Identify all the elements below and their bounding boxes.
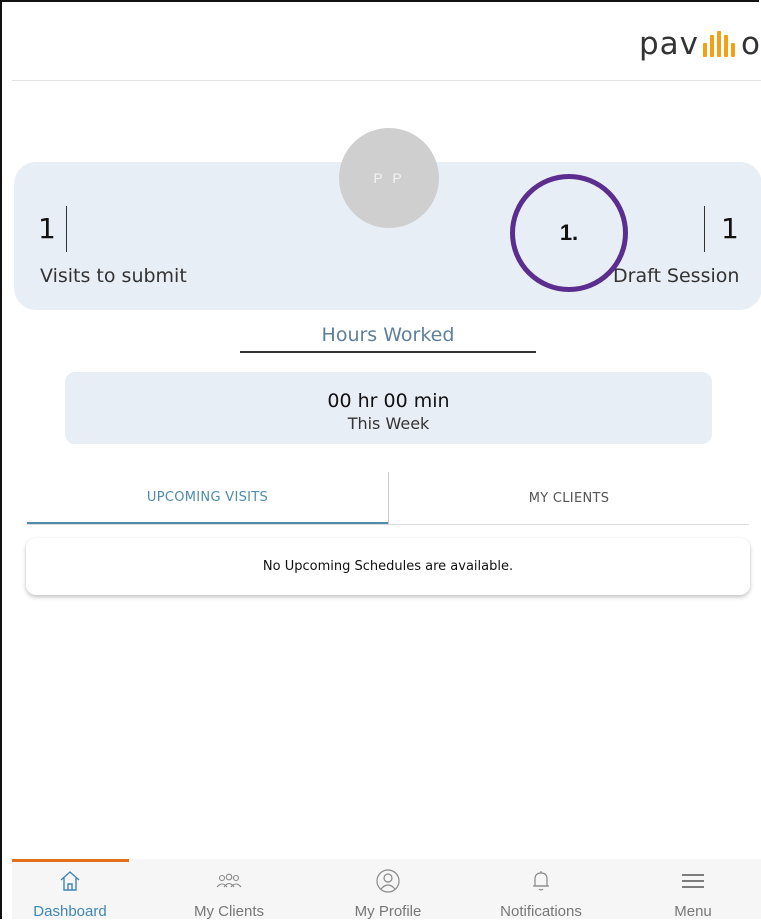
pavillio-logo: pav o bbox=[639, 26, 761, 62]
nav-menu[interactable]: Menu bbox=[618, 859, 761, 920]
nav-my-clients[interactable]: My Clients bbox=[154, 859, 304, 920]
nav-label: My Profile bbox=[354, 903, 422, 920]
nav-my-profile[interactable]: My Profile bbox=[313, 859, 463, 920]
logo-bars-icon bbox=[701, 31, 739, 57]
stat-divider bbox=[704, 206, 705, 252]
bottom-nav: Dashboard My Clients My Profile Notifica… bbox=[12, 859, 761, 920]
tab-my-clients[interactable]: MY CLIENTS bbox=[389, 472, 749, 524]
draft-session-count[interactable]: 1 bbox=[721, 212, 739, 245]
hours-worked-underline bbox=[240, 351, 536, 353]
clients-icon bbox=[154, 869, 304, 893]
nav-label: Menu bbox=[674, 903, 712, 920]
visits-to-submit-count[interactable]: 1 bbox=[38, 212, 56, 245]
visits-to-submit-label[interactable]: Visits to submit bbox=[40, 265, 187, 287]
empty-schedule-message: No Upcoming Schedules are available. bbox=[262, 559, 514, 574]
hamburger-icon bbox=[618, 869, 761, 893]
hours-card: 00 hr 00 min This Week bbox=[65, 372, 712, 444]
annotation-circle: 1. bbox=[510, 174, 628, 292]
nav-notifications[interactable]: Notifications bbox=[466, 859, 616, 920]
stat-divider bbox=[66, 206, 67, 252]
hours-value: 00 hr 00 min bbox=[327, 390, 450, 412]
nav-label: Dashboard bbox=[33, 903, 107, 920]
tab-upcoming-visits[interactable]: UPCOMING VISITS bbox=[27, 472, 388, 524]
nav-dashboard[interactable]: Dashboard bbox=[0, 859, 145, 920]
hours-period: This Week bbox=[347, 414, 430, 433]
nav-label: Notifications bbox=[500, 903, 582, 920]
nav-label: My Clients bbox=[193, 903, 264, 920]
avatar[interactable]: P P bbox=[339, 128, 439, 228]
app-header: pav o bbox=[12, 2, 761, 81]
home-icon bbox=[0, 869, 145, 893]
draft-session-label[interactable]: Draft Session bbox=[613, 265, 739, 287]
empty-schedule-card: No Upcoming Schedules are available. bbox=[26, 538, 750, 595]
profile-icon bbox=[313, 869, 463, 893]
visits-tabs: UPCOMING VISITS MY CLIENTS bbox=[27, 472, 749, 525]
hours-worked-title: Hours Worked bbox=[321, 324, 455, 346]
bell-icon bbox=[466, 869, 616, 893]
